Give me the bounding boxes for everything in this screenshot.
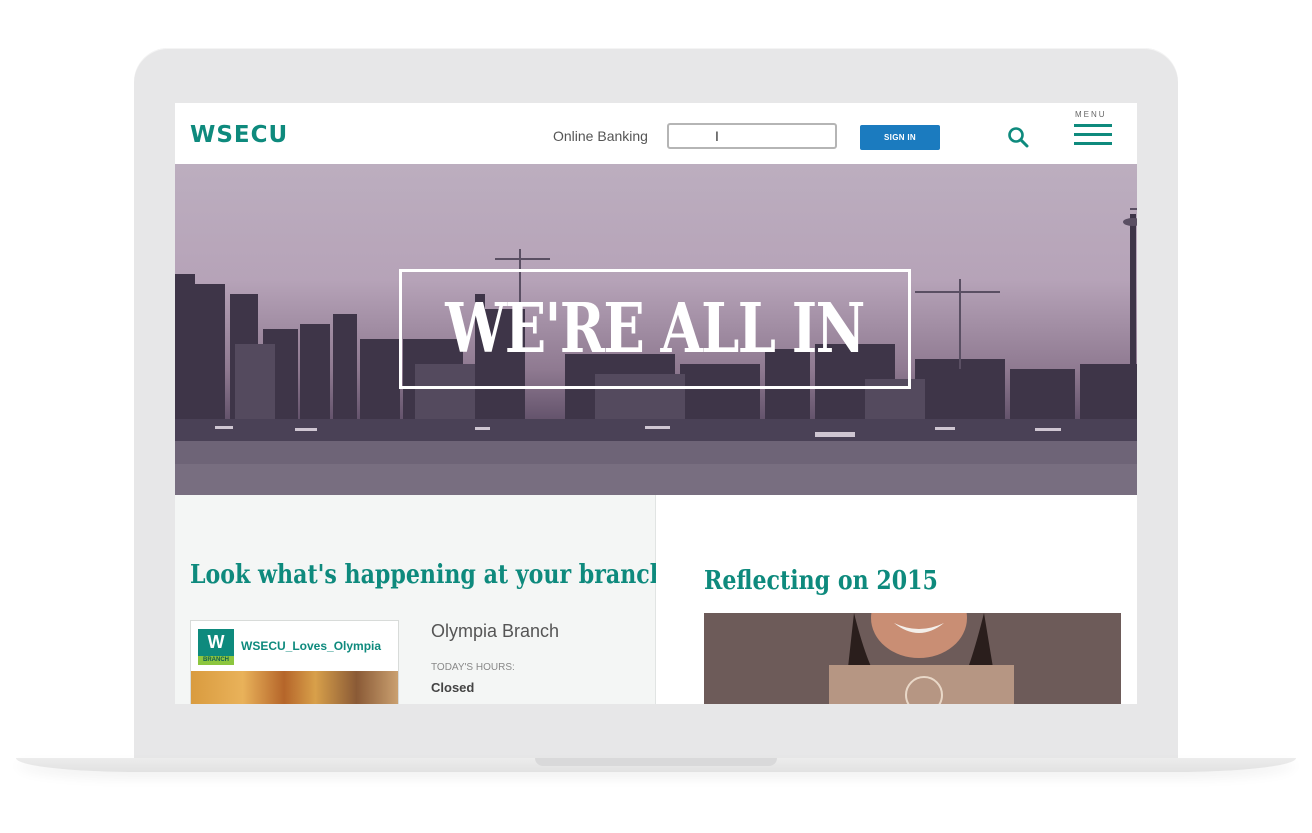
badge-text: BRANCH <box>203 657 229 663</box>
hero-title-frame: WE'RE ALL IN <box>399 269 911 389</box>
wsecu-logo[interactable]: WSECU <box>190 122 288 148</box>
news-photo-image <box>704 613 1121 704</box>
hours-label: TODAY'S HOURS: <box>431 662 515 673</box>
branch-badge-icon: W BRANCH <box>198 629 234 665</box>
browser-screen: WSECU Online Banking SIGN IN MENU <box>175 103 1137 704</box>
hero-title: WE'RE ALL IN <box>445 289 866 369</box>
laptop-notch <box>535 758 777 766</box>
hero-banner: WE'RE ALL IN <box>175 164 1137 495</box>
branch-section: Look what's happening at your branch W B… <box>175 495 666 704</box>
search-icon[interactable] <box>1007 126 1029 148</box>
online-banking-input[interactable] <box>667 123 837 149</box>
menu-icon[interactable] <box>1074 124 1112 148</box>
instagram-card[interactable]: W BRANCH WSECU_Loves_Olympia <box>190 620 399 704</box>
news-photo[interactable] <box>704 613 1121 704</box>
news-heading[interactable]: Reflecting on 2015 <box>704 566 938 596</box>
menu-label: MENU <box>1075 110 1107 119</box>
instagram-account-name[interactable]: WSECU_Loves_Olympia <box>241 639 381 653</box>
site-header: WSECU Online Banking SIGN IN MENU <box>175 103 1137 164</box>
online-banking-label: Online Banking <box>553 128 648 144</box>
badge-letter: W <box>198 629 234 656</box>
news-section: Reflecting on 2015 <box>656 495 1137 704</box>
instagram-photo[interactable] <box>191 671 398 704</box>
hours-value: Closed <box>431 680 475 695</box>
branch-name: Olympia Branch <box>431 621 560 641</box>
branch-section-heading: Look what's happening at your branch <box>190 560 666 590</box>
sign-in-button[interactable]: SIGN IN <box>860 125 940 150</box>
